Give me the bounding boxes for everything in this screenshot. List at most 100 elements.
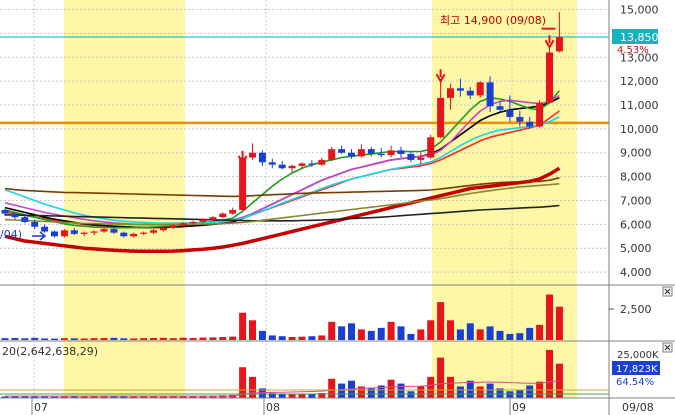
volume-bar xyxy=(496,330,504,340)
volume-bar xyxy=(199,337,207,340)
candle-body xyxy=(179,223,187,226)
volume-bar xyxy=(555,306,563,340)
candle-body xyxy=(338,149,346,153)
volume-bar xyxy=(120,338,128,340)
candle-body xyxy=(486,82,494,107)
volume-bar xyxy=(328,321,336,340)
volume-bar xyxy=(298,336,306,340)
candle-body xyxy=(546,52,553,103)
candle-body xyxy=(90,231,98,233)
volume-bar xyxy=(90,338,98,340)
volume-bar xyxy=(130,338,138,340)
volume-bar xyxy=(486,326,494,340)
indicator-current-pct: 64.54% xyxy=(616,377,654,388)
candle-body xyxy=(387,150,395,156)
volume-bar xyxy=(249,320,256,340)
indicator-bar xyxy=(239,367,247,398)
indicator-label: 20(2,642,638,29) xyxy=(2,345,98,358)
volume-bar xyxy=(407,333,415,340)
candle-body xyxy=(169,225,177,228)
volume-bar xyxy=(70,338,78,340)
candle-body xyxy=(456,88,464,91)
indicator-bar xyxy=(417,386,425,398)
volume-bar xyxy=(367,330,375,340)
candle-body xyxy=(308,163,316,165)
candle-body xyxy=(258,152,266,163)
volume-bar xyxy=(169,338,177,340)
candle-body xyxy=(239,157,247,211)
indicator-bar xyxy=(437,357,445,398)
candle-body xyxy=(199,219,207,222)
candle-body xyxy=(348,152,355,157)
indicator-bar xyxy=(546,349,553,398)
candle-body xyxy=(447,88,454,98)
price-tick-label: 9,000 xyxy=(620,147,652,160)
candle-body xyxy=(536,102,544,127)
time-tick-label: 09 xyxy=(512,401,526,414)
price-tick-label: 11,000 xyxy=(620,99,659,112)
volume-bar xyxy=(41,338,49,340)
candle-body xyxy=(437,97,445,138)
volume-bar xyxy=(417,329,425,340)
price-tick-label: 4,000 xyxy=(620,266,652,279)
candle-body xyxy=(367,149,375,154)
volume-bar xyxy=(288,336,296,340)
indicator-bar xyxy=(456,386,464,398)
candle-body xyxy=(130,233,138,237)
candle-body xyxy=(427,137,435,158)
indicator-bar xyxy=(278,394,286,398)
candle-body xyxy=(506,109,514,117)
candle xyxy=(427,134,435,159)
candle-body xyxy=(229,210,237,214)
candle-body xyxy=(1,210,9,214)
candle-body xyxy=(496,106,504,110)
candle xyxy=(536,100,544,128)
volume-bar xyxy=(377,327,385,340)
volume-bar xyxy=(456,329,464,340)
volume-bar xyxy=(526,327,534,340)
volume-bar xyxy=(1,338,9,340)
candle-body xyxy=(60,230,68,237)
indicator-bar xyxy=(407,391,415,398)
price-tick-label: 12,000 xyxy=(620,75,659,88)
panel-close-button[interactable] xyxy=(662,286,673,297)
candle-body xyxy=(328,149,336,160)
candle-body xyxy=(110,229,118,233)
indicator-bar xyxy=(506,391,514,398)
candlestick-chart[interactable]: 15,00014,00013,00012,00011,00010,0009,00… xyxy=(0,0,675,415)
candle-body xyxy=(357,149,365,157)
left-cut-label: /04) xyxy=(0,228,22,241)
price-tick-label: 7,000 xyxy=(620,194,652,207)
indicator-bar xyxy=(397,383,405,398)
volume-bar xyxy=(357,329,365,340)
candle-body xyxy=(268,162,276,165)
volume-bar xyxy=(516,333,524,340)
indicator-bar xyxy=(486,383,494,398)
price-tick-label: 15,000 xyxy=(620,4,659,17)
candle-body xyxy=(516,116,524,122)
volume-bar xyxy=(546,294,553,340)
volume-bar xyxy=(258,330,266,340)
volume-bar xyxy=(60,338,68,340)
candle-body xyxy=(466,90,474,96)
volume-bar xyxy=(506,333,514,340)
panel-close-button[interactable] xyxy=(662,342,673,353)
candle-body xyxy=(526,121,534,127)
indicator-bar xyxy=(298,394,306,398)
indicator-bar xyxy=(447,376,454,398)
price-tick-label: 10,000 xyxy=(620,123,659,136)
indicator-bar xyxy=(387,379,395,398)
price-tick-label: 8,000 xyxy=(620,171,652,184)
candle-body xyxy=(120,232,128,237)
time-tick-label: 08 xyxy=(266,401,280,414)
candle xyxy=(546,45,553,104)
time-tick-label: 09/08 xyxy=(622,401,654,414)
volume-bar xyxy=(278,336,286,340)
volume-bar xyxy=(229,336,237,340)
volume-bar xyxy=(348,323,355,340)
volume-bar xyxy=(110,337,118,340)
candle-body xyxy=(397,150,405,154)
volume-bar xyxy=(387,321,395,340)
volume-bar xyxy=(80,338,88,340)
candle-body xyxy=(278,164,286,169)
